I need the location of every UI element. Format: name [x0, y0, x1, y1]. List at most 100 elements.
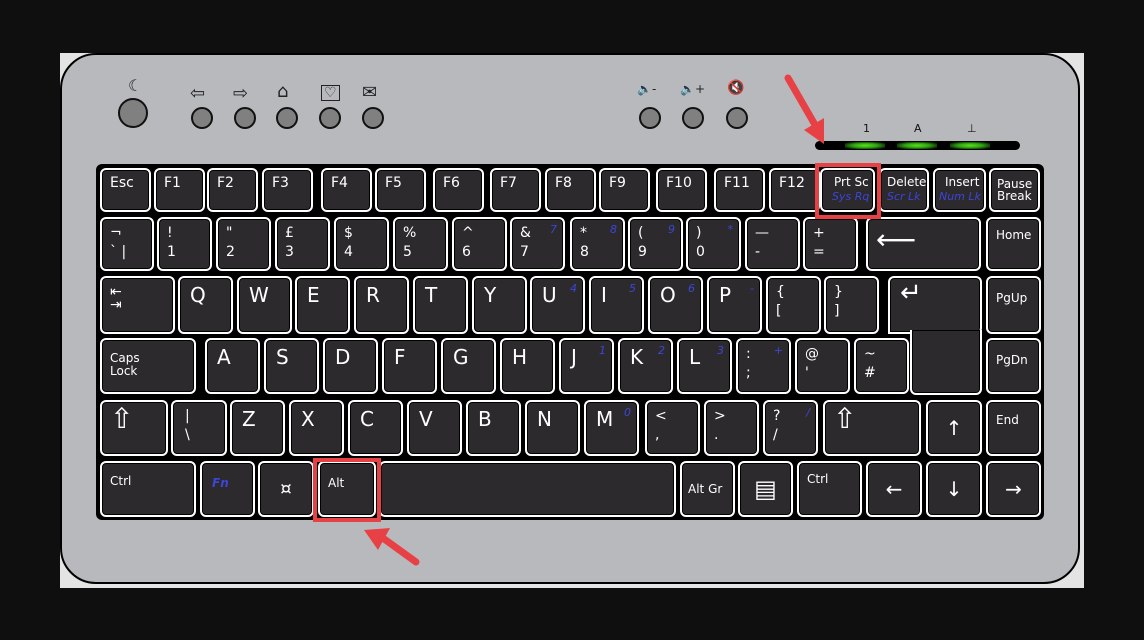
key-esc[interactable]: Esc [100, 168, 151, 212]
key-f8[interactable]: F8 [545, 168, 596, 212]
key-o[interactable]: O6 [648, 276, 703, 334]
forward-button[interactable] [234, 107, 256, 129]
key-n[interactable]: N [525, 400, 580, 456]
key-arrow-down[interactable]: ↓ [926, 461, 982, 517]
key-delete[interactable]: Delete Scr Lk [879, 168, 929, 212]
key-backspace[interactable]: ⟵ [866, 217, 981, 271]
key-y[interactable]: Y [472, 276, 527, 334]
key-enter[interactable]: ↵ [888, 276, 982, 334]
home-button[interactable] [276, 107, 298, 129]
key-f10[interactable]: F10 [656, 168, 707, 212]
key-d[interactable]: D [323, 338, 378, 394]
key-bracket-left[interactable]: {[ [766, 276, 821, 334]
key-p[interactable]: P- [707, 276, 762, 334]
key-f3[interactable]: F3 [262, 168, 313, 212]
key-v[interactable]: V [407, 400, 462, 456]
key-semicolon[interactable]: :; + [736, 338, 791, 394]
sleep-button[interactable] [118, 98, 148, 128]
key-a[interactable]: A [205, 338, 260, 394]
key-3[interactable]: £3 [275, 217, 330, 271]
key-pgdn[interactable]: PgDn [986, 338, 1041, 394]
key-6[interactable]: ^ 6 [452, 217, 507, 271]
key-f1[interactable]: F1 [154, 168, 205, 212]
key-shift-left[interactable]: ⇧ [100, 400, 168, 456]
key-f6[interactable]: F6 [433, 168, 484, 212]
key-f5[interactable]: F5 [375, 168, 426, 212]
key-i[interactable]: I5 [589, 276, 644, 334]
context-menu-icon: ▤ [754, 475, 777, 503]
key-insert[interactable]: Insert Num Lk [933, 168, 986, 212]
volume-up-button[interactable] [682, 107, 704, 129]
key-e[interactable]: E [295, 276, 350, 334]
key-w[interactable]: W [237, 276, 292, 334]
key-5[interactable]: % 5 [393, 217, 448, 271]
key-hash[interactable]: ~ # [854, 338, 909, 394]
key-sym[interactable]: — - [745, 217, 800, 271]
key-shift-label: | [185, 408, 190, 424]
key-9[interactable]: (9 9 [628, 217, 683, 271]
key-j[interactable]: J1 [559, 338, 614, 394]
key-ctrl-right[interactable]: Ctrl [797, 461, 862, 517]
key-c[interactable]: C [348, 400, 403, 456]
key-arrow-right[interactable]: → [986, 461, 1041, 517]
key-fn[interactable]: Fn [200, 461, 255, 517]
key-backtick[interactable]: ¬ ` | [100, 217, 154, 271]
key-quote[interactable]: @ ' [795, 338, 850, 394]
key-l[interactable]: L3 [677, 338, 732, 394]
volume-down-button[interactable] [639, 107, 661, 129]
key-shift-label: ? [773, 408, 781, 424]
favorites-button[interactable] [319, 107, 341, 129]
key-m[interactable]: M0 [584, 400, 639, 456]
key-context-menu[interactable]: ▤ [738, 461, 793, 517]
key-b[interactable]: B [466, 400, 521, 456]
key-f2[interactable]: F2 [207, 168, 258, 212]
key-4[interactable]: $4 [334, 217, 389, 271]
key-end[interactable]: End [986, 400, 1041, 456]
key-s[interactable]: S [264, 338, 319, 394]
key-x[interactable]: X [289, 400, 344, 456]
key-bracket-right[interactable]: }] [824, 276, 879, 334]
key-k[interactable]: K2 [618, 338, 673, 394]
key-tab[interactable]: ⇤ ⇥ [100, 276, 175, 334]
key-f11[interactable]: F11 [714, 168, 765, 212]
key-0[interactable]: ) 0 * [686, 217, 741, 271]
key-pause-break[interactable]: Pause Break [989, 168, 1040, 212]
back-button[interactable] [191, 107, 213, 129]
key-enter-lower[interactable] [910, 330, 982, 395]
key-f9[interactable]: F9 [599, 168, 650, 212]
key-u[interactable]: U4 [530, 276, 585, 334]
key-space[interactable] [379, 461, 676, 517]
key-comma[interactable]: <, [645, 400, 700, 456]
key-pgup[interactable]: PgUp [986, 276, 1041, 334]
mail-button[interactable] [362, 107, 384, 129]
key-h[interactable]: H [500, 338, 555, 394]
mute-button[interactable] [726, 107, 748, 129]
key-t[interactable]: T [413, 276, 468, 334]
key-f4[interactable]: F4 [321, 168, 372, 212]
key-2[interactable]: " 2 [216, 217, 271, 271]
key-f12[interactable]: F12 [769, 168, 820, 212]
key-caps-lock[interactable]: Caps Lock [100, 338, 196, 394]
key-sym[interactable]: + = [803, 217, 858, 271]
key-g[interactable]: G [441, 338, 496, 394]
key-8[interactable]: * 8 8 [570, 217, 625, 271]
key-arrow-left[interactable]: ← [866, 461, 922, 517]
key-1[interactable]: ! 1 [157, 217, 212, 271]
key-r[interactable]: R [354, 276, 409, 334]
key-label: F4 [331, 175, 348, 191]
key-home[interactable]: Home [986, 217, 1041, 271]
key-alt-gr[interactable]: Alt Gr [680, 461, 735, 517]
key-shift-right[interactable]: ⇧ [823, 400, 921, 456]
key-f7[interactable]: F7 [490, 168, 541, 212]
key-q[interactable]: Q [178, 276, 233, 334]
key-ctrl-left[interactable]: Ctrl [100, 461, 196, 517]
key-backslash[interactable]: | \ [171, 400, 227, 456]
key-7[interactable]: & 7 7 [510, 217, 565, 271]
key-f[interactable]: F [382, 338, 437, 394]
key-slash[interactable]: ? / / [763, 400, 818, 456]
key-period[interactable]: >. [704, 400, 759, 456]
key-super[interactable]: ¤ [258, 461, 314, 517]
key-shift-label: " [226, 225, 233, 241]
key-z[interactable]: Z [230, 400, 285, 456]
key-arrow-up[interactable]: ↑ [926, 400, 982, 456]
